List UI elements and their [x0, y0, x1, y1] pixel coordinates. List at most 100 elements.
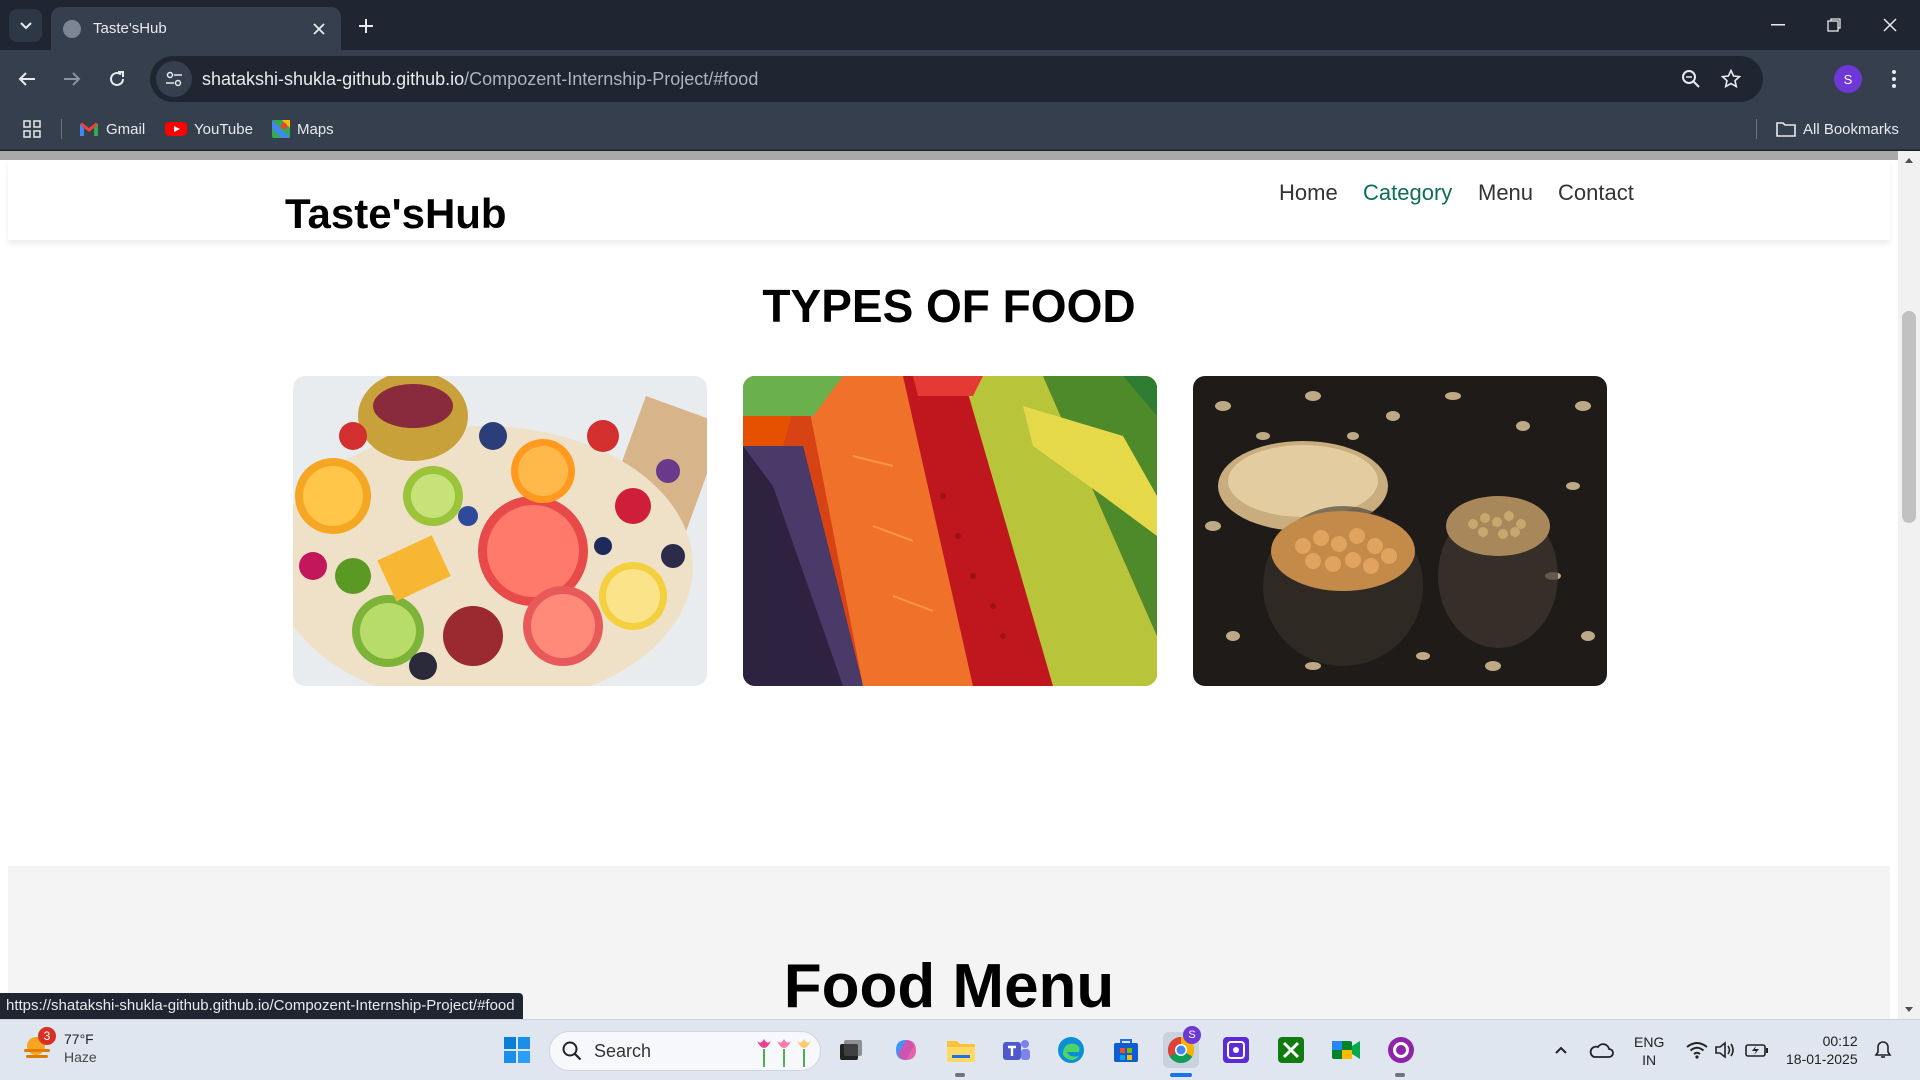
back-button[interactable] — [10, 62, 44, 96]
browser-tab-active[interactable]: Taste'sHub — [51, 7, 341, 50]
chrome-active-indicator — [1170, 1073, 1192, 1077]
vegetables-image — [743, 376, 1157, 686]
onedrive-icon[interactable] — [1584, 1032, 1618, 1068]
url-path: /Compozent-Internship-Project/#food — [464, 68, 759, 89]
reload-icon — [110, 71, 124, 86]
arrow-right-icon — [64, 72, 81, 86]
edge-icon[interactable] — [1053, 1032, 1089, 1068]
address-bar[interactable]: shatakshi-shukla-github.github.io/Compoz… — [150, 56, 1763, 102]
weather-haze-icon: 3 — [20, 1027, 56, 1065]
scrollbar-thumb[interactable] — [1902, 311, 1916, 523]
bookmarks-divider — [1756, 119, 1757, 139]
site-header: Taste'sHub Home Category Menu Contact — [8, 160, 1890, 240]
vertical-scrollbar[interactable] — [1898, 151, 1920, 1019]
bookmarks-divider — [61, 119, 62, 139]
microsoft-store-icon[interactable] — [1108, 1032, 1144, 1068]
browser-tab-bar: Taste'sHub — [0, 0, 1920, 50]
maps-icon — [272, 120, 290, 138]
close-window-button[interactable] — [1862, 0, 1918, 50]
github-icon[interactable] — [1383, 1032, 1419, 1068]
status-bar-url: https://shatakshi-shukla-github.github.i… — [0, 993, 523, 1019]
reload-button[interactable] — [100, 62, 134, 96]
all-bookmarks-label: All Bookmarks — [1803, 120, 1899, 138]
meet-icon[interactable] — [1328, 1032, 1364, 1068]
profile-avatar[interactable]: S — [1834, 65, 1862, 93]
file-explorer-icon[interactable] — [943, 1032, 979, 1068]
restore-button[interactable] — [1806, 0, 1862, 50]
bookmarks-bar: Gmail YouTube Maps All Bookmarks — [0, 108, 1920, 150]
bookmark-label: Maps — [297, 120, 334, 138]
zoom-icon[interactable] — [1673, 61, 1709, 97]
bookmark-star-icon[interactable] — [1713, 61, 1749, 97]
clock-time: 00:12 — [1822, 1033, 1858, 1049]
youtube-icon — [165, 121, 187, 137]
food-section-title: TYPES OF FOOD — [762, 280, 1136, 332]
nav-menu[interactable]: Menu — [1478, 180, 1533, 206]
app-running-indicator — [1395, 1073, 1405, 1077]
bookmark-youtube[interactable]: YouTube — [165, 116, 253, 142]
url-text[interactable]: shatakshi-shukla-github.github.io/Compoz… — [202, 69, 1673, 90]
weather-badge: 3 — [38, 1027, 56, 1045]
tab-search-button[interactable] — [9, 9, 42, 42]
menu-kebab-icon[interactable] — [1880, 62, 1908, 96]
grains-image — [1193, 376, 1607, 686]
chrome-taskbar-icon[interactable]: S — [1163, 1026, 1201, 1068]
site-logo[interactable]: Taste'sHub — [285, 190, 507, 238]
taskbar-search[interactable]: Search — [549, 1031, 821, 1071]
xbox-icon[interactable] — [1273, 1032, 1309, 1068]
bookmark-label: YouTube — [194, 120, 253, 138]
new-tab-button[interactable] — [352, 12, 380, 40]
copilot-icon[interactable] — [888, 1032, 924, 1068]
minimize-button[interactable] — [1750, 0, 1806, 50]
folder-icon — [1776, 121, 1796, 137]
chevron-down-icon — [19, 21, 32, 29]
globe-icon — [63, 19, 81, 38]
scroll-up-icon[interactable] — [1904, 156, 1914, 164]
weather-desc: Haze — [64, 1049, 97, 1065]
teams-icon[interactable] — [998, 1032, 1034, 1068]
app-icon-purple[interactable] — [1218, 1032, 1254, 1068]
tray-chevron-up-icon[interactable] — [1544, 1032, 1578, 1068]
battery-icon[interactable] — [1740, 1032, 1774, 1068]
close-tab-icon[interactable] — [309, 19, 329, 39]
explorer-running-indicator — [955, 1073, 965, 1077]
forward-button[interactable] — [55, 62, 89, 96]
plus-icon — [359, 19, 373, 33]
apps-grid-icon[interactable] — [20, 117, 44, 141]
task-view-icon[interactable] — [833, 1032, 869, 1068]
arrow-left-icon — [18, 72, 35, 86]
notifications-icon[interactable] — [1866, 1032, 1900, 1068]
language-indicator[interactable]: ENG IN — [1634, 1033, 1664, 1069]
language-code: ENG — [1634, 1034, 1665, 1050]
chrome-profile-badge: S — [1183, 1026, 1201, 1044]
gmail-icon — [79, 121, 99, 137]
browser-toolbar: shatakshi-shukla-github.github.io/Compoz… — [0, 50, 1920, 108]
search-icon — [562, 1041, 582, 1061]
page-top-edge — [0, 151, 1898, 160]
weather-temp: 77°F — [64, 1031, 94, 1047]
scroll-down-icon[interactable] — [1904, 1006, 1914, 1014]
region-code: IN — [1642, 1052, 1657, 1068]
tulips-icon — [757, 1039, 811, 1067]
all-bookmarks-button[interactable]: All Bookmarks — [1776, 116, 1899, 142]
clock-date: 18-01-2025 — [1786, 1051, 1858, 1067]
fruits-image — [293, 376, 707, 686]
tab-title: Taste'sHub — [93, 20, 167, 37]
url-host: shatakshi-shukla-github.github.io — [202, 68, 465, 89]
site-info-icon[interactable] — [156, 61, 192, 97]
search-label: Search — [594, 1040, 652, 1061]
weather-widget[interactable]: 3 77°F Haze — [20, 1027, 97, 1066]
bookmark-label: Gmail — [106, 120, 146, 138]
nav-category[interactable]: Category — [1363, 180, 1452, 206]
bookmark-maps[interactable]: Maps — [272, 116, 334, 142]
nav-home[interactable]: Home — [1279, 180, 1338, 206]
food-card-vegetables[interactable] — [743, 376, 1157, 686]
bookmark-gmail[interactable]: Gmail — [79, 116, 145, 142]
windows-start-icon[interactable] — [499, 1032, 535, 1068]
nav-contact[interactable]: Contact — [1558, 180, 1634, 206]
system-clock[interactable]: 00:12 18-01-2025 — [1786, 1032, 1858, 1068]
page-viewport: Taste'sHub Home Category Menu Contact TY… — [0, 151, 1920, 1019]
volume-icon[interactable] — [1708, 1032, 1742, 1068]
food-card-grains[interactable] — [1193, 376, 1607, 686]
food-card-fruits[interactable] — [293, 376, 707, 686]
